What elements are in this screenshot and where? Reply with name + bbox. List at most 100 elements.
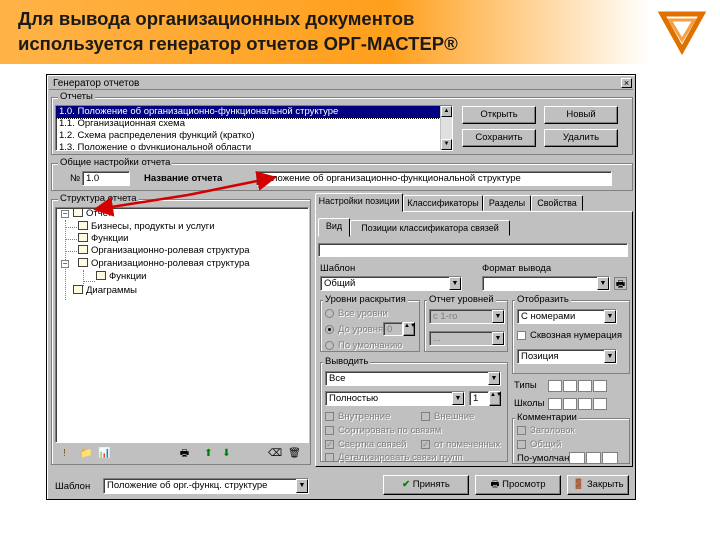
sort-by-links-checkbox[interactable] [325, 426, 334, 435]
spin-icon[interactable]: ▲▼ [489, 391, 502, 406]
reports-group: Отчеты 1.0. Положение об организационно-… [51, 91, 633, 155]
apply-button[interactable]: ✔ Принять [383, 475, 469, 495]
tab-link-classifier-positions[interactable]: Позиции классификатора связей [350, 220, 510, 236]
delete-button[interactable]: Удалить [544, 129, 618, 147]
output-mode-select[interactable]: Полностью ▼ [325, 391, 465, 406]
template-select[interactable]: Общий ▼ [320, 276, 462, 291]
collapse-icon[interactable]: − [61, 260, 69, 268]
comment-default-grid[interactable] [569, 452, 619, 464]
list-item[interactable]: 1.2. Схема распределения функций (кратко… [56, 130, 452, 142]
tab-sections[interactable]: Разделы [483, 195, 531, 211]
scroll-down-icon[interactable]: ▼ [441, 139, 452, 150]
report-levels-from-select[interactable]: с 1-го ▼ [429, 309, 505, 324]
chart-icon [73, 285, 83, 294]
printer-icon[interactable]: 🖶 [178, 447, 191, 460]
warning-icon[interactable]: ! [58, 447, 71, 460]
folder-icon[interactable]: 📁 [80, 447, 93, 460]
collapse-links-label: Свертка связей [338, 439, 407, 450]
types-grid[interactable] [548, 380, 608, 392]
tab-properties[interactable]: Свойства [531, 195, 583, 211]
output-select[interactable]: Все ▼ [325, 371, 501, 386]
tree-node[interactable]: Диаграммы [73, 285, 137, 297]
levels-all-radio[interactable] [325, 309, 334, 318]
tree-line [83, 281, 95, 282]
reports-list[interactable]: 1.0. Положение об организационно-функцио… [55, 105, 453, 151]
report-levels-group: Отчет уровней с 1-го ▼ ... ▼ [424, 294, 508, 352]
chevron-down-icon[interactable]: ▼ [492, 310, 504, 323]
schools-grid[interactable] [548, 398, 608, 410]
tree-node[interactable]: Функции [78, 233, 128, 245]
tab-position-settings[interactable]: Настройки позиции [315, 193, 403, 212]
down-arrow-icon[interactable]: ⬇ [220, 447, 233, 460]
bottom-template-select[interactable]: Положение об орг.-функц. структуре ▼ [103, 478, 309, 494]
spin-icon[interactable]: ▲▼ [403, 322, 416, 336]
trash-icon[interactable]: 🗑 [288, 447, 301, 460]
report-levels-to-select[interactable]: ... ▼ [429, 331, 505, 346]
detail-group-links-checkbox[interactable] [325, 453, 334, 462]
external-checkbox[interactable] [421, 412, 430, 421]
apply-button-label: Принять [412, 479, 450, 490]
chevron-down-icon[interactable]: ▼ [296, 479, 308, 493]
position-select[interactable]: Позиция ▼ [517, 349, 617, 364]
levels-default-radio[interactable] [325, 341, 334, 350]
list-item[interactable]: 1.0. Положение об организационно-функцио… [56, 106, 452, 119]
list-item[interactable]: 1.1. Организационная схема [56, 118, 452, 130]
window-title: Генератор отчетов [53, 78, 140, 89]
chevron-down-icon[interactable]: ▼ [449, 277, 461, 290]
internal-label: Внутренние [338, 411, 391, 422]
main-tabs: Настройки позиции Классификаторы Разделы… [315, 193, 633, 212]
internal-checkbox[interactable] [325, 412, 334, 421]
collapse-links-checkbox[interactable]: ✓ [325, 440, 334, 449]
tree-line [65, 251, 77, 252]
comment-common-checkbox[interactable] [517, 440, 526, 449]
chevron-down-icon[interactable]: ▼ [604, 350, 616, 363]
view-field[interactable] [318, 243, 628, 257]
save-button[interactable]: Сохранить [462, 129, 536, 147]
tree-node-root[interactable]: Отчет [73, 208, 112, 220]
structure-tree[interactable]: − Отчет Бизнесы, продукты и услуги Функц… [55, 207, 309, 443]
collapse-icon[interactable]: − [61, 210, 69, 218]
from-marked-checkbox[interactable]: ✓ [421, 440, 430, 449]
new-button[interactable]: Новый [544, 106, 618, 124]
chevron-down-icon[interactable]: ▼ [488, 372, 500, 385]
chevron-down-icon[interactable]: ▼ [452, 392, 464, 405]
chevron-down-icon[interactable]: ▼ [604, 310, 616, 323]
tree-node[interactable]: Бизнесы, продукты и услуги [78, 221, 215, 233]
printer-settings-icon[interactable]: 🖶 [614, 277, 627, 290]
tree-node[interactable]: Организационно-ролевая структура [78, 258, 250, 270]
open-button[interactable]: Открыть [462, 106, 536, 124]
preview-button[interactable]: 🖶 Просмотр [475, 475, 561, 495]
chevron-down-icon[interactable]: ▼ [597, 277, 609, 290]
comment-header-checkbox[interactable] [517, 426, 526, 435]
up-arrow-icon[interactable]: ⬆ [202, 447, 215, 460]
through-numbering-checkbox[interactable] [517, 331, 526, 340]
close-icon[interactable]: × [621, 78, 632, 88]
tab-classifiers[interactable]: Классификаторы [403, 195, 483, 211]
output-mode-spin-input[interactable]: 1 [469, 391, 489, 406]
chart-icon[interactable]: 📊 [98, 447, 111, 460]
number-field[interactable]: 1.0 [82, 171, 130, 186]
general-settings-group: Общие настройки отчета № 1.0 Название от… [51, 157, 633, 191]
tab-view[interactable]: Вид [318, 218, 350, 237]
output-format-select[interactable]: ▼ [482, 276, 610, 291]
reports-scrollbar[interactable]: ▲ ▼ [440, 106, 452, 150]
tree-node[interactable]: Организационно-ролевая структура [78, 245, 250, 257]
list-item[interactable]: 1.3. Положение о функциональной области [56, 142, 452, 150]
chevron-down-icon[interactable]: ▼ [492, 332, 504, 345]
levels-to-radio[interactable] [325, 325, 334, 334]
preview-button-label: Просмотр [502, 479, 546, 490]
levels-to-input[interactable]: 0 [383, 322, 403, 336]
bottom-template-value: Положение об орг.-функц. структуре [107, 480, 268, 491]
tree-node[interactable]: Функции [96, 271, 146, 283]
tree-node-label: Функции [91, 233, 129, 244]
eraser-icon[interactable]: ⌫ [268, 447, 282, 460]
levels-group: Уровни раскрытия Все уровни До уровня 0 … [320, 294, 420, 352]
report-levels-group-label: Отчет уровней [427, 294, 496, 306]
scroll-up-icon[interactable]: ▲ [441, 106, 452, 117]
document-icon [78, 245, 88, 254]
close-button[interactable]: 🚪 Закрыть [567, 475, 629, 495]
numbering-select[interactable]: С номерами ▼ [517, 309, 617, 324]
folder-icon [73, 208, 83, 217]
output-group: Выводить Все ▼ Полностью ▼ 1 ▲▼ Внутренн… [320, 356, 508, 463]
report-name-field[interactable]: Положение об организационно-функциональн… [256, 171, 612, 186]
